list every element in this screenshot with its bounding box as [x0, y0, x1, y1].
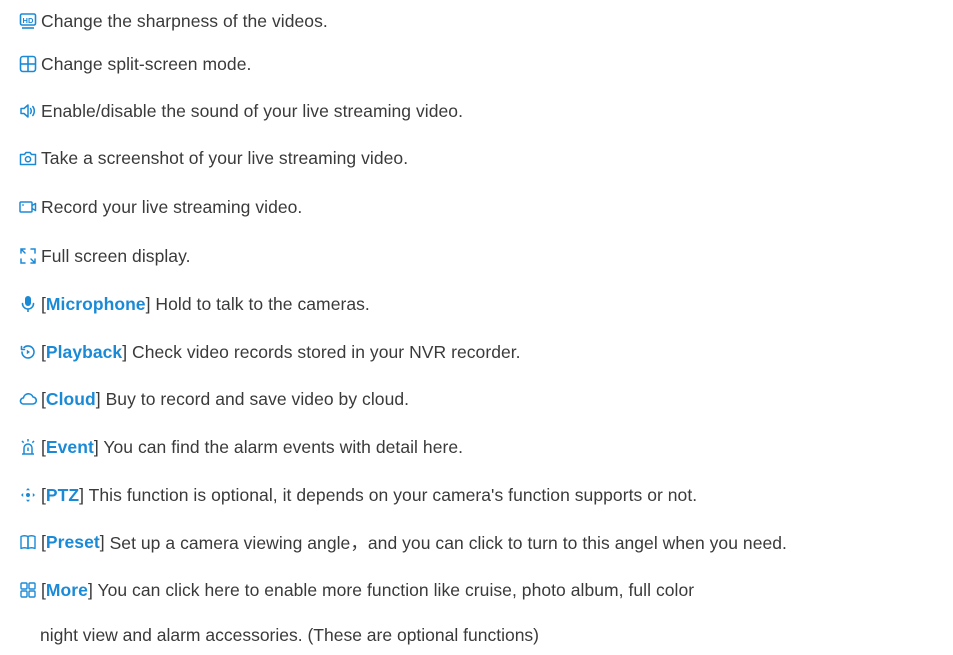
preset-icon — [18, 532, 38, 552]
video-record-icon — [18, 197, 38, 217]
list-item: [Preset] Set up a camera viewing angle，a… — [18, 527, 787, 557]
list-item: [Event] You can find the alarm events wi… — [18, 432, 463, 462]
camera-icon — [18, 148, 38, 168]
playback-icon — [18, 342, 38, 362]
list-item: Enable/disable the sound of your live st… — [18, 96, 463, 126]
list-item: Take a screenshot of your live streaming… — [18, 143, 408, 173]
item-text: Change the sharpness of the videos. — [41, 10, 328, 31]
ptz-icon — [18, 485, 38, 505]
list-item: HD Change the sharpness of the videos. — [18, 6, 328, 36]
item-text: You can click here to enable more functi… — [92, 579, 695, 600]
alarm-icon — [18, 437, 38, 457]
list-item: Change split-screen mode. — [18, 49, 251, 79]
more-item-continuation: night view and alarm accessories. (These… — [40, 624, 539, 645]
playback-keyword: Playback — [45, 341, 123, 362]
preset-keyword: Preset — [45, 531, 100, 552]
microphone-keyword: Microphone — [45, 293, 146, 314]
list-item: Record your live streaming video. — [18, 192, 302, 222]
item-text: Check video records stored in your NVR r… — [127, 341, 521, 362]
item-text: Set up a camera viewing angle，and you ca… — [104, 532, 787, 553]
list-item: [Cloud] Buy to record and save video by … — [18, 384, 409, 414]
item-text: Record your live streaming video. — [41, 196, 303, 217]
list-item: [More] You can click here to enable more… — [18, 575, 694, 605]
more-icon — [18, 580, 38, 600]
list-item: Full screen display. — [18, 241, 191, 271]
list-item: [Playback] Check video records stored in… — [18, 337, 521, 367]
hd-icon: HD — [18, 11, 38, 31]
microphone-icon — [18, 294, 38, 314]
svg-text:HD: HD — [23, 16, 34, 25]
item-text: You can find the alarm events with detai… — [98, 436, 464, 457]
event-keyword: Event — [45, 436, 94, 457]
cloud-keyword: Cloud — [45, 388, 96, 409]
item-text: This function is optional, it depends on… — [84, 484, 698, 505]
speaker-icon — [18, 101, 38, 121]
feature-list: HD Change the sharpness of the videos. C… — [0, 0, 953, 655]
item-text: Hold to talk to the cameras. — [150, 293, 370, 314]
item-text: Take a screenshot of your live streaming… — [41, 147, 409, 168]
ptz-keyword: PTZ — [45, 484, 80, 505]
item-text: Enable/disable the sound of your live st… — [41, 100, 463, 121]
split-screen-icon — [18, 54, 38, 74]
more-keyword: More — [45, 579, 88, 600]
cloud-icon — [18, 389, 38, 409]
item-text: Buy to record and save video by cloud. — [100, 388, 410, 409]
list-item: [Microphone] Hold to talk to the cameras… — [18, 289, 370, 319]
item-text: Full screen display. — [41, 245, 191, 266]
list-item: [PTZ] This function is optional, it depe… — [18, 480, 697, 510]
fullscreen-icon — [18, 246, 38, 266]
item-text: Change split-screen mode. — [41, 53, 252, 74]
